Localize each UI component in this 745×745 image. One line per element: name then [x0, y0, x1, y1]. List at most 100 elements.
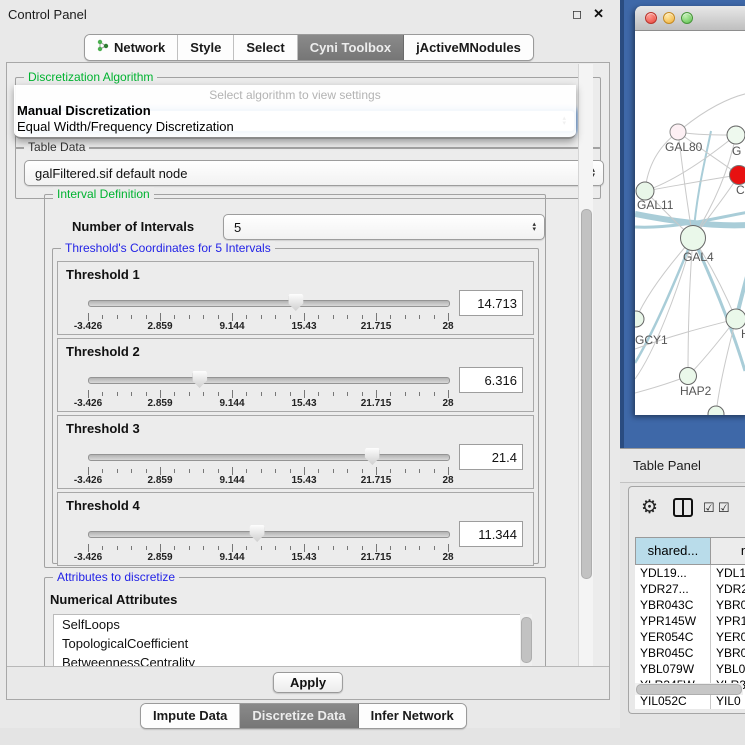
network-node[interactable] [726, 309, 745, 329]
tick-mark [390, 546, 391, 550]
network-node[interactable] [635, 311, 644, 327]
cell-name[interactable]: YER0 [711, 629, 745, 645]
threshold-value-field[interactable] [459, 290, 523, 316]
slider-thumb[interactable] [365, 448, 380, 465]
num-intervals-combobox[interactable]: 5 ▴▾ [223, 214, 545, 240]
apply-button[interactable]: Apply [273, 672, 343, 693]
network-node[interactable] [727, 126, 745, 144]
threshold-slider[interactable]: -3.4262.8599.14415.4321.71528 [88, 448, 448, 484]
tab-style[interactable]: Style [178, 35, 234, 60]
cell-shared-name[interactable]: YIL052C [635, 693, 711, 709]
attributes-list-scrollbar[interactable] [520, 614, 532, 668]
tick-mark [419, 469, 420, 473]
table-row[interactable]: YBL079WYBL0 [635, 661, 745, 677]
zoom-traffic-light-icon[interactable] [681, 12, 693, 24]
network-edge [645, 175, 739, 191]
tab-discretize-data[interactable]: Discretize Data [240, 704, 358, 728]
cell-name[interactable]: YIL0 [711, 693, 745, 709]
tab-infer-network[interactable]: Infer Network [359, 704, 466, 728]
tab-jactivemnodules[interactable]: jActiveMNodules [404, 35, 533, 60]
tick-mark [347, 469, 348, 473]
cell-name[interactable]: YBR0 [711, 645, 745, 661]
checkbox-checked-icon[interactable]: ☑ [718, 500, 730, 516]
cell-name[interactable]: YPR1 [711, 613, 745, 629]
threshold-value-field[interactable] [459, 367, 523, 393]
cell-name[interactable]: YBR0 [711, 597, 745, 613]
network-node[interactable] [730, 166, 745, 185]
table-horizontal-scrollbar[interactable] [635, 683, 743, 695]
minimize-traffic-light-icon[interactable] [663, 12, 675, 24]
slider-thumb[interactable] [250, 525, 265, 542]
tick-label: -3.426 [74, 398, 102, 409]
tick-mark [290, 392, 291, 396]
cell-name[interactable]: YBL0 [711, 661, 745, 677]
cell-shared-name[interactable]: YBR045C [635, 645, 711, 661]
panel-scrollbar[interactable] [578, 64, 593, 668]
numerical-attributes-list[interactable]: SelfLoopsTopologicalCoefficientBetweenne… [53, 614, 521, 672]
table-row[interactable]: YBR045CYBR0 [635, 645, 745, 661]
table-row[interactable]: YER054CYER0 [635, 629, 745, 645]
network-node[interactable] [708, 406, 724, 415]
table-row[interactable]: YBR043CYBR0 [635, 597, 745, 613]
cell-name[interactable]: YDR2 [711, 581, 745, 597]
tick-mark [189, 392, 190, 396]
cell-shared-name[interactable]: YPR145W [635, 613, 711, 629]
cell-shared-name[interactable]: YDL19... [635, 565, 711, 581]
tab-select[interactable]: Select [234, 35, 297, 60]
table-row[interactable]: YDR27...YDR2 [635, 581, 745, 597]
slider-thumb[interactable] [192, 371, 207, 388]
threshold-slider[interactable]: -3.4262.8599.14415.4321.71528 [88, 294, 448, 330]
tick-mark [448, 544, 449, 552]
slider-track[interactable] [88, 300, 450, 307]
network-node[interactable] [681, 226, 706, 251]
threshold-value-field[interactable] [459, 521, 523, 547]
cell-shared-name[interactable]: YBR043C [635, 597, 711, 613]
slider-thumb[interactable] [288, 294, 303, 311]
scrollbar-thumb[interactable] [636, 684, 742, 695]
tick-mark [246, 546, 247, 550]
tick-mark [419, 315, 420, 319]
list-item[interactable]: TopologicalCoefficient [54, 634, 520, 653]
close-traffic-light-icon[interactable] [645, 12, 657, 24]
close-icon[interactable]: ✕ [593, 6, 604, 22]
cell-shared-name[interactable]: YER054C [635, 629, 711, 645]
split-panel-icon[interactable] [673, 498, 693, 517]
cell-shared-name[interactable]: YBL079W [635, 661, 711, 677]
cell-shared-name[interactable]: YDR27... [635, 581, 711, 597]
column-header-shared-name[interactable]: shared... [636, 538, 711, 564]
tab-network[interactable]: Network [85, 35, 178, 60]
network-node[interactable] [680, 368, 697, 385]
tick-mark [434, 469, 435, 473]
slider-track[interactable] [88, 531, 450, 538]
cell-name[interactable]: YDL1 [711, 565, 745, 581]
threshold-slider[interactable]: -3.4262.8599.14415.4321.71528 [88, 525, 448, 561]
tab-cyni-toolbox[interactable]: Cyni Toolbox [298, 35, 404, 60]
network-canvas[interactable]: GAL80GCGAL11GAL4GCY1HHAP2 [635, 31, 745, 415]
gear-icon[interactable]: ⚙ [641, 496, 658, 519]
tick-mark [405, 315, 406, 319]
column-header-name[interactable]: na [711, 538, 745, 564]
scrollbar-thumb[interactable] [521, 617, 532, 663]
control-panel-titlebar: Control Panel ◻ ✕ [0, 0, 620, 26]
tab-impute-data[interactable]: Impute Data [141, 704, 240, 728]
slider-track[interactable] [88, 454, 450, 461]
float-window-icon[interactable]: ◻ [572, 7, 582, 21]
algorithm-option[interactable]: Manual Discretization [14, 102, 576, 118]
table-row[interactable]: YDL19...YDL1 [635, 565, 745, 581]
table-row[interactable]: YIL052CYIL0 [635, 693, 745, 709]
table-data-combobox[interactable]: galFiltered.sif default node ▴▾ [24, 160, 604, 186]
scrollbar-thumb[interactable] [581, 209, 592, 579]
slider-track[interactable] [88, 377, 450, 384]
tick-mark [218, 392, 219, 396]
algorithm-option[interactable]: Equal Width/Frequency Discretization [14, 118, 576, 134]
network-window: GAL80GCGAL11GAL4GCY1HHAP2 [635, 6, 745, 415]
threshold-value-field[interactable] [459, 444, 523, 470]
table-panel-toolbar: ⚙ ☑ ☑ [629, 487, 745, 531]
network-node[interactable] [670, 124, 686, 140]
table-row[interactable]: YPR145WYPR1 [635, 613, 745, 629]
threshold-slider[interactable]: -3.4262.8599.14415.4321.71528 [88, 371, 448, 407]
checkbox-checked-icon[interactable]: ☑ [703, 500, 715, 516]
tick-label: 15.43 [291, 321, 316, 332]
list-item[interactable]: SelfLoops [54, 615, 520, 634]
tick-mark [203, 315, 204, 319]
